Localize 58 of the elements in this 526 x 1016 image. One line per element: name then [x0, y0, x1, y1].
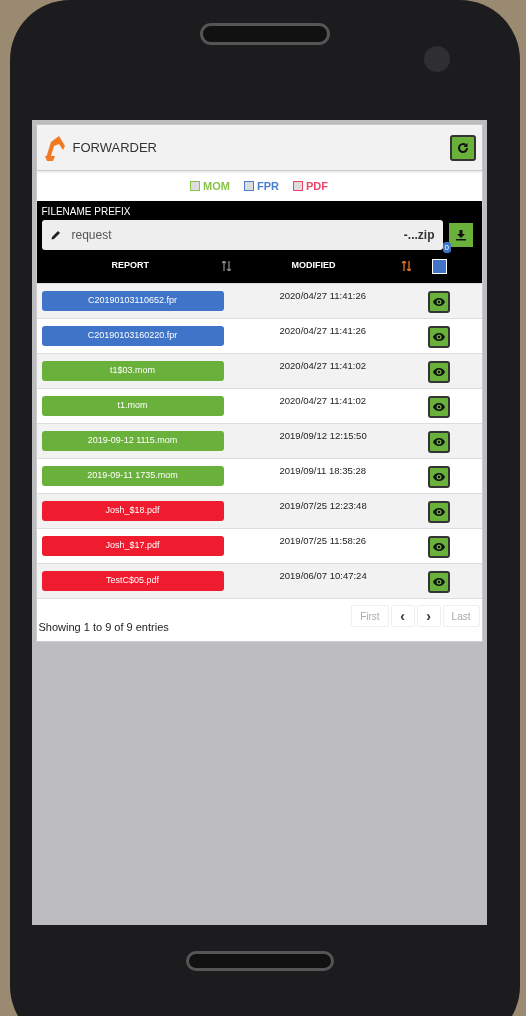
app-title: FORWARDER — [72, 138, 157, 157]
prefix-label: FILENAME PREFIX — [41, 205, 132, 219]
eye-icon — [432, 473, 445, 481]
refresh-icon — [456, 141, 469, 154]
eye-icon — [432, 543, 445, 551]
pagination-button[interactable]: ‹ — [390, 605, 415, 627]
view-button[interactable] — [427, 501, 450, 523]
modified-cell-text: 2019/07/25 11:58:26 — [279, 534, 367, 548]
column-header[interactable]: REPORT — [111, 259, 202, 273]
modified-cell-text: 2019/09/11 18:35:28 — [279, 464, 367, 478]
modified-cell-text: 2020/04/27 11:41:26 — [279, 289, 367, 303]
prefix-input[interactable]: request — [71, 226, 404, 244]
view-button[interactable] — [427, 466, 450, 488]
table-row[interactable]: Josh_$18.pdf 2019/07/25 12:23:48 — [36, 493, 482, 528]
modified-cell-text: 2019/07/25 12:23:48 — [279, 499, 368, 513]
view-button[interactable] — [427, 431, 450, 453]
suffix-text: -...zip — [403, 227, 435, 244]
column-header[interactable]: MODIFIED — [291, 259, 382, 273]
view-button[interactable] — [427, 326, 450, 348]
modified-cell-text: 2020/04/27 11:41:02 — [279, 394, 367, 408]
filter-checkbox[interactable]: FPR — [243, 177, 279, 195]
pencil-icon — [49, 229, 62, 241]
eye-icon — [432, 403, 445, 411]
modified-cell-text: 2019/09/12 12:15:50 — [279, 429, 368, 443]
view-button[interactable] — [427, 571, 450, 593]
eye-icon — [432, 298, 445, 306]
count-badge: 0 — [442, 242, 451, 253]
view-button[interactable] — [427, 361, 450, 383]
table-row[interactable]: 2019-09-12 1115.mom 2019/09/12 12:15:50 — [36, 423, 482, 458]
download-icon — [454, 229, 467, 241]
eye-icon — [432, 333, 445, 341]
modified-cell-text: 2019/06/07 10:47:24 — [279, 569, 368, 583]
sort-icon[interactable] — [401, 261, 411, 271]
prefix-field[interactable]: request -...zip — [41, 220, 443, 250]
table-row[interactable]: C20190103110652.fpr 2020/04/27 11:41:26 — [36, 283, 482, 318]
filter-checkbox[interactable]: PDF — [292, 177, 328, 195]
eye-icon — [432, 438, 445, 446]
view-button[interactable] — [427, 396, 450, 418]
view-button[interactable] — [427, 291, 450, 313]
table-row[interactable]: TestC$05.pdf 2019/06/07 10:47:24 — [36, 563, 482, 598]
report-badge[interactable]: Josh_$18.pdf — [41, 501, 224, 521]
refresh-button[interactable] — [449, 134, 476, 161]
report-badge[interactable]: TestC$05.pdf — [41, 571, 224, 591]
pagination-button[interactable]: › — [416, 605, 441, 627]
sort-icon[interactable] — [221, 261, 231, 271]
report-badge[interactable]: Josh_$17.pdf — [41, 536, 224, 556]
modified-cell-text: 2020/04/27 11:41:02 — [279, 359, 367, 373]
eye-icon — [432, 508, 445, 516]
select-all-checkbox[interactable] — [431, 258, 447, 274]
entries-info: Showing 1 to 9 of 9 entries — [38, 619, 169, 635]
view-button[interactable] — [427, 536, 450, 558]
modified-cell-text: 2020/04/27 11:41:26 — [279, 324, 367, 338]
report-badge[interactable]: C20190103110652.fpr — [41, 291, 224, 311]
download-button[interactable] — [448, 223, 473, 247]
table-row[interactable]: t1$03.mom 2020/04/27 11:41:02 — [36, 353, 482, 388]
report-badge[interactable]: C20190103160220.fpr — [41, 326, 224, 346]
eye-icon — [432, 578, 445, 586]
eye-icon — [432, 368, 445, 376]
